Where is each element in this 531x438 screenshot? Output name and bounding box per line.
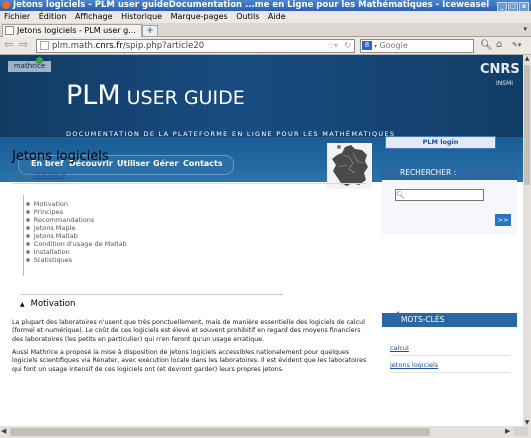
window-controls: _ □ x xyxy=(496,1,529,11)
horizontal-scrollbar[interactable]: ◀ ▶ xyxy=(0,426,531,438)
window-title: Jetons logiciels - PLM user guideDocumen… xyxy=(13,0,490,10)
url-bar[interactable]: plm.math.cnrs.fr/spip.php?article20 ☆▾ ↻ xyxy=(36,39,355,53)
nav-gerer[interactable]: Gérer xyxy=(153,159,178,168)
toc-border xyxy=(23,195,24,276)
toc-item-installation[interactable]: Installation xyxy=(26,248,276,256)
plm-login-button[interactable]: PLM login xyxy=(385,136,496,149)
toc-item-condition-usage-matlab[interactable]: Condition d'usage de Matlab xyxy=(26,240,276,248)
search-engine-icon[interactable]: 8 xyxy=(362,41,372,50)
section-triangle-icon: ▲ xyxy=(20,301,25,308)
url-prefix: plm.math. xyxy=(52,41,96,51)
keyword-divider xyxy=(390,372,510,373)
keyword-link-jetons-logiciels[interactable]: jetons logiciels xyxy=(390,361,438,369)
tab-bar: Jetons logiciels - PLM user g... + ▾ xyxy=(0,23,531,37)
page-viewport: mathrice PLM USER GUIDE DOCUMENTATION DE … xyxy=(0,55,523,426)
forward-arrow-icon[interactable]: ⇨ xyxy=(19,39,28,51)
menu-outils[interactable]: Outils xyxy=(236,12,259,21)
mathrice-logo[interactable]: mathrice xyxy=(8,61,51,72)
close-window-button[interactable]: x xyxy=(519,2,529,11)
horizontal-scroll-thumb[interactable] xyxy=(10,428,430,436)
search-placeholder: Google xyxy=(379,41,408,50)
title-divider xyxy=(12,183,367,184)
tab-jetons-logiciels[interactable]: Jetons logiciels - PLM user g... xyxy=(2,24,142,37)
site-tagline: DOCUMENTATION DE LA PLATEFORME EN LIGNE … xyxy=(66,130,396,138)
browser-app-icon xyxy=(2,1,10,9)
site-search-input[interactable]: 🔍︎ xyxy=(395,189,484,201)
menu-bar: Fichier Édition Affichage Historique Mar… xyxy=(0,11,531,23)
insmi-logo-text: INSMI xyxy=(496,80,514,87)
table-of-contents: Motivation Principes Recommandations Jet… xyxy=(26,200,276,264)
mathrice-logo-dot xyxy=(36,57,43,64)
menu-fichier[interactable]: Fichier xyxy=(4,12,30,21)
toc-item-recommandations[interactable]: Recommandations xyxy=(26,216,276,224)
nav-utiliser[interactable]: Utiliser xyxy=(117,159,150,168)
scroll-up-arrow-icon[interactable]: ▲ xyxy=(523,55,531,62)
paragraph-2: Aussi Mathrice a proposé la mise à dispo… xyxy=(12,349,367,373)
section-title: Motivation xyxy=(30,299,76,309)
article-title: Jetons logiciels xyxy=(12,149,109,164)
new-tab-button[interactable]: + xyxy=(142,25,158,37)
paragraph-1: La plupart des laboratoires n'usent que … xyxy=(12,319,365,343)
toc-item-statistiques[interactable]: Statistiques xyxy=(26,256,276,264)
cnrs-logo-text: CNRS xyxy=(480,62,520,77)
search-input-magnifier-icon: 🔍︎ xyxy=(396,191,405,199)
site-favicon-icon xyxy=(40,41,49,50)
keyword-divider xyxy=(390,355,510,356)
back-arrow-icon[interactable]: ⇦ xyxy=(4,39,13,51)
site-title: PLM USER GUIDE xyxy=(66,81,245,113)
menu-historique[interactable]: Historique xyxy=(121,12,162,21)
bookmark-star-icon[interactable]: ☆▾ xyxy=(327,40,338,52)
site-search-submit-button[interactable]: >> xyxy=(495,214,511,226)
search-panel-header: RECHERCHER : xyxy=(382,166,517,180)
keywords-panel-header: MOTS-CLÉS xyxy=(382,313,517,327)
search-magnifier-icon[interactable]: 🔍︎ xyxy=(480,40,493,51)
search-bar[interactable]: 8 ▾ Google xyxy=(360,39,474,53)
byline-prefix: par xyxy=(20,171,34,179)
site-title-sub: USER GUIDE xyxy=(126,87,245,109)
section-divider xyxy=(20,294,283,295)
menu-aide[interactable]: Aide xyxy=(268,12,286,21)
menu-edition[interactable]: Édition xyxy=(39,12,67,21)
maximize-button[interactable]: □ xyxy=(508,2,518,11)
menu-marque-pages[interactable]: Marque-pages xyxy=(171,12,228,21)
url-domain: cnrs.fr xyxy=(95,41,123,51)
page-icon xyxy=(5,26,14,35)
toc-item-jetons-maple[interactable]: Jetons Maple xyxy=(26,224,276,232)
reload-icon[interactable]: ↻ xyxy=(344,40,351,52)
toc-item-jetons-matlab[interactable]: Jetons Matlab xyxy=(26,232,276,240)
home-icon[interactable]: ⌂ xyxy=(496,39,502,50)
vertical-scrollbar[interactable]: ▲ ▼ xyxy=(523,55,531,426)
resize-grip[interactable] xyxy=(514,427,528,436)
section-heading-motivation: ▲ Motivation xyxy=(20,299,75,309)
nav-contacts[interactable]: Contacts xyxy=(183,159,223,168)
url-suffix: /spip.php?article20 xyxy=(122,41,205,51)
scroll-down-arrow-icon[interactable]: ▼ xyxy=(523,419,531,426)
toc-item-principes[interactable]: Principes xyxy=(26,208,276,216)
scroll-left-arrow-icon[interactable]: ◀ xyxy=(1,427,6,435)
vertical-scroll-thumb[interactable] xyxy=(524,65,530,185)
scroll-right-arrow-icon[interactable]: ▶ xyxy=(505,427,510,435)
cnrs-insmi-logo[interactable]: CNRS INSMI xyxy=(478,60,520,93)
window-title-bar: Jetons logiciels - PLM user guideDocumen… xyxy=(0,0,531,11)
keyword-link-calcul[interactable]: calcul xyxy=(390,344,409,352)
tab-list-dropdown-icon[interactable]: ▾ xyxy=(523,25,527,33)
toc-item-motivation[interactable]: Motivation xyxy=(26,200,276,208)
tab-label: Jetons logiciels - PLM user g... xyxy=(17,26,136,35)
extension-icon[interactable]: ✎▾ xyxy=(512,41,521,49)
author-link[interactable]: mathrice xyxy=(34,171,65,179)
site-title-main: PLM xyxy=(66,80,121,111)
menu-affichage[interactable]: Affichage xyxy=(75,12,113,21)
navigation-toolbar: ⇦ ⇨ plm.math.cnrs.fr/spip.php?article20 … xyxy=(0,37,531,55)
article-byline: par mathrice xyxy=(20,171,65,179)
minimize-button[interactable]: _ xyxy=(497,2,507,11)
